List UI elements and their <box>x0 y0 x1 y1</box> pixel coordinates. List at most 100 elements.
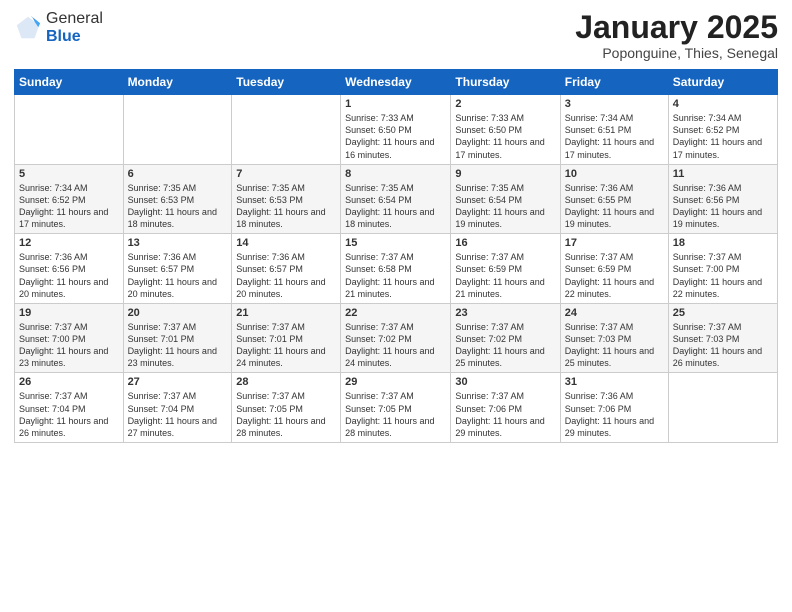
calendar-day-cell: 30 Sunrise: 7:37 AM Sunset: 7:06 PM Dayli… <box>451 373 560 443</box>
calendar-day-cell: 23 Sunrise: 7:37 AM Sunset: 7:02 PM Dayli… <box>451 303 560 373</box>
day-content: Sunrise: 7:37 AM Sunset: 7:01 PM Dayligh… <box>236 321 336 370</box>
calendar-day-cell: 31 Sunrise: 7:36 AM Sunset: 7:06 PM Dayli… <box>560 373 668 443</box>
day-number: 20 <box>128 307 228 319</box>
calendar-day-cell: 6 Sunrise: 7:35 AM Sunset: 6:53 PM Daylig… <box>123 164 232 234</box>
day-number: 30 <box>455 376 555 388</box>
day-content: Sunrise: 7:37 AM Sunset: 7:00 PM Dayligh… <box>19 321 119 370</box>
calendar-day-cell: 9 Sunrise: 7:35 AM Sunset: 6:54 PM Daylig… <box>451 164 560 234</box>
empty-cell <box>668 373 777 443</box>
day-content: Sunrise: 7:35 AM Sunset: 6:53 PM Dayligh… <box>128 182 228 231</box>
day-content: Sunrise: 7:35 AM Sunset: 6:54 PM Dayligh… <box>455 182 555 231</box>
weekday-header-monday: Monday <box>123 70 232 95</box>
day-number: 17 <box>565 237 664 249</box>
day-number: 31 <box>565 376 664 388</box>
day-content: Sunrise: 7:36 AM Sunset: 6:55 PM Dayligh… <box>565 182 664 231</box>
calendar-day-cell: 11 Sunrise: 7:36 AM Sunset: 6:56 PM Dayli… <box>668 164 777 234</box>
day-content: Sunrise: 7:37 AM Sunset: 7:01 PM Dayligh… <box>128 321 228 370</box>
empty-cell <box>15 95 124 165</box>
day-number: 18 <box>673 237 773 249</box>
calendar-day-cell: 4Sunrise: 7:34 AM Sunset: 6:52 PM Daylig… <box>668 95 777 165</box>
day-number: 5 <box>19 168 119 180</box>
day-content: Sunrise: 7:35 AM Sunset: 6:54 PM Dayligh… <box>345 182 446 231</box>
day-content: Sunrise: 7:35 AM Sunset: 6:53 PM Dayligh… <box>236 182 336 231</box>
day-content: Sunrise: 7:37 AM Sunset: 7:02 PM Dayligh… <box>345 321 446 370</box>
day-content: Sunrise: 7:36 AM Sunset: 6:57 PM Dayligh… <box>128 251 228 300</box>
empty-cell <box>123 95 232 165</box>
day-content: Sunrise: 7:37 AM Sunset: 7:00 PM Dayligh… <box>673 251 773 300</box>
day-number: 13 <box>128 237 228 249</box>
day-content: Sunrise: 7:37 AM Sunset: 7:04 PM Dayligh… <box>19 390 119 439</box>
calendar-day-cell: 28 Sunrise: 7:37 AM Sunset: 7:05 PM Dayli… <box>232 373 341 443</box>
day-content: Sunrise: 7:37 AM Sunset: 7:06 PM Dayligh… <box>455 390 555 439</box>
day-content: Sunrise: 7:36 AM Sunset: 7:06 PM Dayligh… <box>565 390 664 439</box>
day-number: 29 <box>345 376 446 388</box>
day-number: 19 <box>19 307 119 319</box>
location-title: Poponguine, Thies, Senegal <box>575 45 778 61</box>
calendar-day-cell: 18 Sunrise: 7:37 AM Sunset: 7:00 PM Dayli… <box>668 234 777 304</box>
day-number: 8 <box>345 168 446 180</box>
day-number: 2 <box>455 98 555 110</box>
calendar-page: General Blue January 2025 Poponguine, Th… <box>0 0 792 612</box>
day-number: 11 <box>673 168 773 180</box>
day-content: Sunrise: 7:37 AM Sunset: 7:02 PM Dayligh… <box>455 321 555 370</box>
day-number: 24 <box>565 307 664 319</box>
day-content: Sunrise: 7:36 AM Sunset: 6:56 PM Dayligh… <box>673 182 773 231</box>
weekday-header-wednesday: Wednesday <box>341 70 451 95</box>
day-number: 10 <box>565 168 664 180</box>
calendar-day-cell: 2Sunrise: 7:33 AM Sunset: 6:50 PM Daylig… <box>451 95 560 165</box>
calendar-day-cell: 8 Sunrise: 7:35 AM Sunset: 6:54 PM Daylig… <box>341 164 451 234</box>
day-content: Sunrise: 7:34 AM Sunset: 6:51 PM Dayligh… <box>565 112 664 161</box>
day-number: 27 <box>128 376 228 388</box>
day-content: Sunrise: 7:36 AM Sunset: 6:57 PM Dayligh… <box>236 251 336 300</box>
calendar-day-cell: 14Sunrise: 7:36 AM Sunset: 6:57 PM Dayli… <box>232 234 341 304</box>
calendar-day-cell: 1 Sunrise: 7:33 AM Sunset: 6:50 PM Daylig… <box>341 95 451 165</box>
day-content: Sunrise: 7:37 AM Sunset: 6:58 PM Dayligh… <box>345 251 446 300</box>
day-content: Sunrise: 7:33 AM Sunset: 6:50 PM Dayligh… <box>345 112 446 161</box>
calendar-day-cell: 13 Sunrise: 7:36 AM Sunset: 6:57 PM Dayli… <box>123 234 232 304</box>
day-content: Sunrise: 7:37 AM Sunset: 7:05 PM Dayligh… <box>345 390 446 439</box>
weekday-header-sunday: Sunday <box>15 70 124 95</box>
calendar-day-cell: 17 Sunrise: 7:37 AM Sunset: 6:59 PM Dayli… <box>560 234 668 304</box>
calendar-week-row: 19 Sunrise: 7:37 AM Sunset: 7:00 PM Dayli… <box>15 303 778 373</box>
day-number: 1 <box>345 98 446 110</box>
calendar-day-cell: 12Sunrise: 7:36 AM Sunset: 6:56 PM Dayli… <box>15 234 124 304</box>
day-content: Sunrise: 7:37 AM Sunset: 6:59 PM Dayligh… <box>565 251 664 300</box>
day-number: 28 <box>236 376 336 388</box>
day-number: 16 <box>455 237 555 249</box>
day-content: Sunrise: 7:34 AM Sunset: 6:52 PM Dayligh… <box>19 182 119 231</box>
day-content: Sunrise: 7:37 AM Sunset: 7:04 PM Dayligh… <box>128 390 228 439</box>
calendar-day-cell: 5 Sunrise: 7:34 AM Sunset: 6:52 PM Daylig… <box>15 164 124 234</box>
weekday-header-friday: Friday <box>560 70 668 95</box>
calendar-day-cell: 22 Sunrise: 7:37 AM Sunset: 7:02 PM Dayli… <box>341 303 451 373</box>
day-number: 26 <box>19 376 119 388</box>
day-content: Sunrise: 7:37 AM Sunset: 7:05 PM Dayligh… <box>236 390 336 439</box>
day-content: Sunrise: 7:37 AM Sunset: 7:03 PM Dayligh… <box>673 321 773 370</box>
day-content: Sunrise: 7:34 AM Sunset: 6:52 PM Dayligh… <box>673 112 773 161</box>
calendar-day-cell: 3 Sunrise: 7:34 AM Sunset: 6:51 PM Daylig… <box>560 95 668 165</box>
month-title: January 2025 <box>575 10 778 45</box>
title-block: January 2025 Poponguine, Thies, Senegal <box>575 10 778 61</box>
day-number: 9 <box>455 168 555 180</box>
day-number: 21 <box>236 307 336 319</box>
day-number: 3 <box>565 98 664 110</box>
page-header: General Blue January 2025 Poponguine, Th… <box>14 10 778 61</box>
calendar-day-cell: 24 Sunrise: 7:37 AM Sunset: 7:03 PM Dayli… <box>560 303 668 373</box>
calendar-day-cell: 25 Sunrise: 7:37 AM Sunset: 7:03 PM Dayli… <box>668 303 777 373</box>
day-number: 22 <box>345 307 446 319</box>
calendar-day-cell: 20 Sunrise: 7:37 AM Sunset: 7:01 PM Dayli… <box>123 303 232 373</box>
day-number: 23 <box>455 307 555 319</box>
calendar-day-cell: 21 Sunrise: 7:37 AM Sunset: 7:01 PM Dayli… <box>232 303 341 373</box>
calendar-day-cell: 16 Sunrise: 7:37 AM Sunset: 6:59 PM Dayli… <box>451 234 560 304</box>
weekday-header-tuesday: Tuesday <box>232 70 341 95</box>
calendar-day-cell: 10 Sunrise: 7:36 AM Sunset: 6:55 PM Dayli… <box>560 164 668 234</box>
calendar-week-row: 12Sunrise: 7:36 AM Sunset: 6:56 PM Dayli… <box>15 234 778 304</box>
day-number: 15 <box>345 237 446 249</box>
day-number: 6 <box>128 168 228 180</box>
day-number: 25 <box>673 307 773 319</box>
day-content: Sunrise: 7:37 AM Sunset: 7:03 PM Dayligh… <box>565 321 664 370</box>
calendar-day-cell: 15 Sunrise: 7:37 AM Sunset: 6:58 PM Dayli… <box>341 234 451 304</box>
day-content: Sunrise: 7:37 AM Sunset: 6:59 PM Dayligh… <box>455 251 555 300</box>
calendar-day-cell: 19 Sunrise: 7:37 AM Sunset: 7:00 PM Dayli… <box>15 303 124 373</box>
day-content: Sunrise: 7:36 AM Sunset: 6:56 PM Dayligh… <box>19 251 119 300</box>
weekday-header-thursday: Thursday <box>451 70 560 95</box>
